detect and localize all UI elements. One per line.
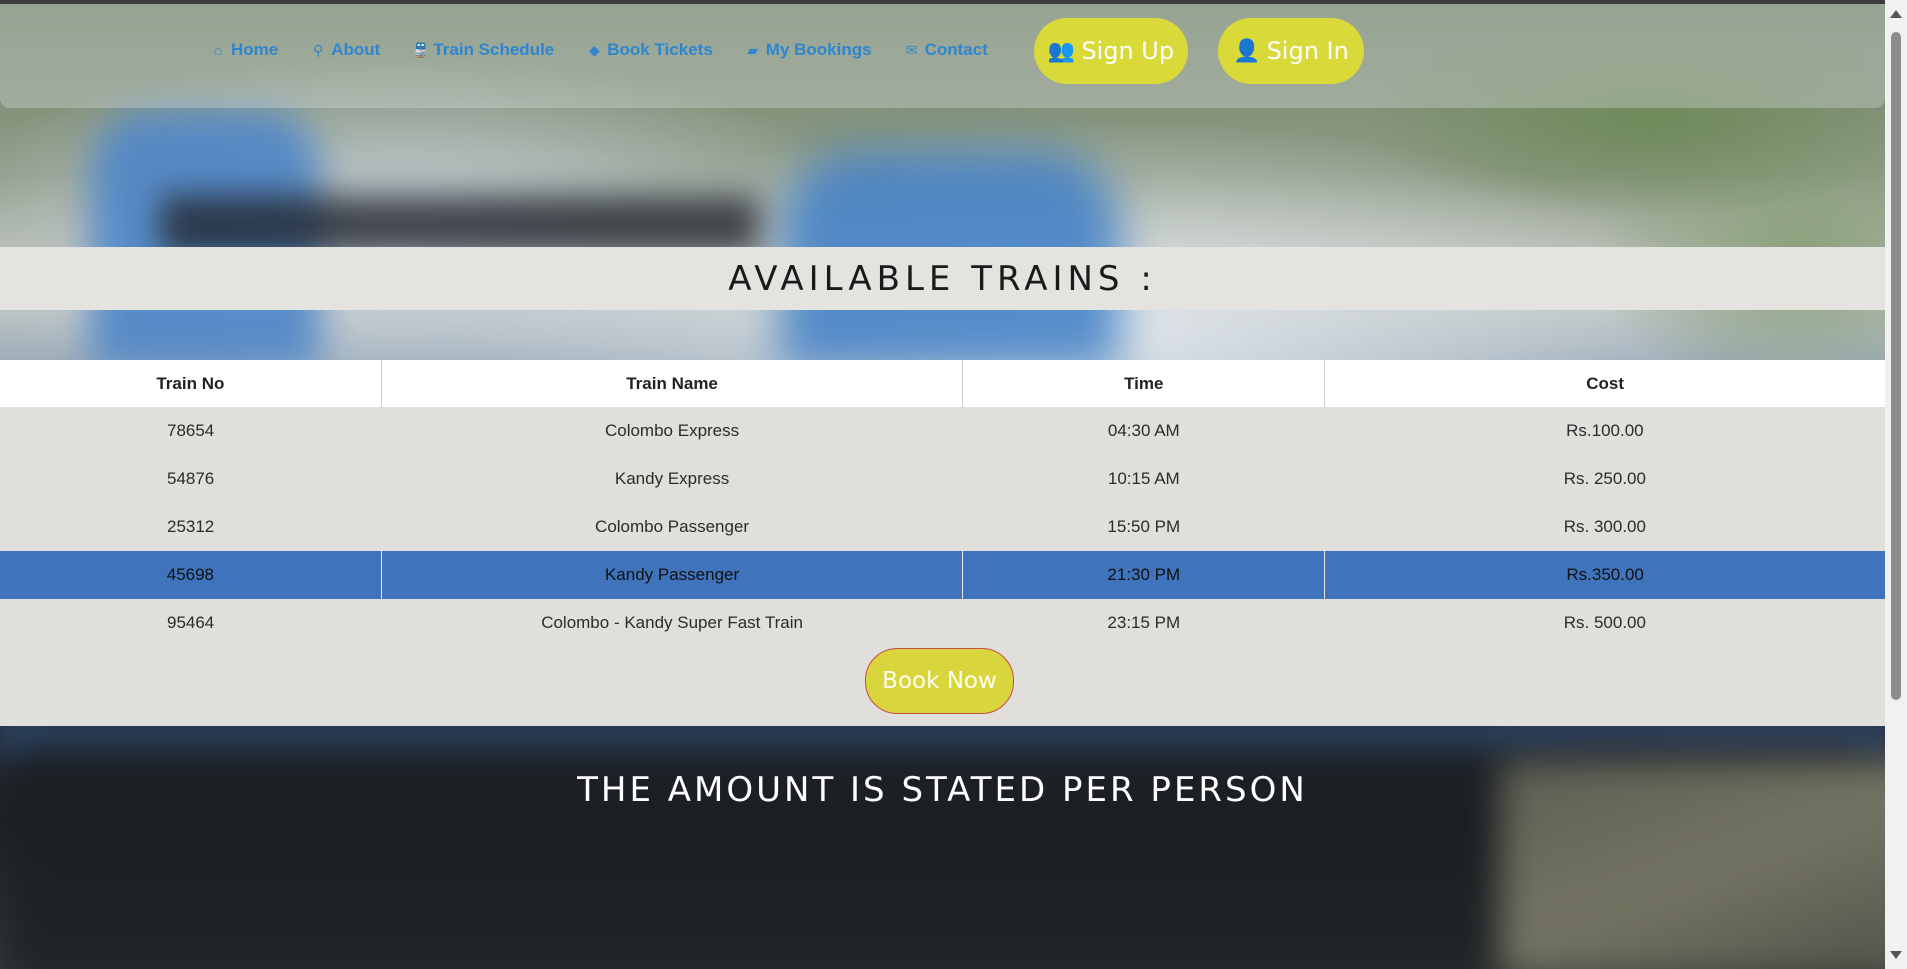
table-row[interactable]: 54876 Kandy Express 10:15 AM Rs. 250.00 <box>0 455 1885 503</box>
header-cost: Cost <box>1586 373 1624 393</box>
header-train-name: Train Name <box>381 360 964 407</box>
users-icon: 👥 <box>1047 38 1076 64</box>
search-icon: ⚲ <box>313 41 324 58</box>
book-icon: ▰ <box>747 41 759 58</box>
table-row-selected[interactable]: 45698 Kandy Passenger 21:30 PM Rs.350.00 <box>0 551 1885 599</box>
cell-cost: Rs. 300.00 <box>1563 517 1646 536</box>
nav-about[interactable]: ⚲ About <box>310 40 380 60</box>
nav-my-bookings[interactable]: ▰ My Bookings <box>745 40 872 60</box>
table-row[interactable]: 25312 Colombo Passenger 15:50 PM Rs. 300… <box>0 503 1885 551</box>
nav-train-schedule[interactable]: 🚆 Train Schedule <box>412 40 554 60</box>
cell-train-no: 54876 <box>166 469 215 488</box>
cell-train-no: 78654 <box>166 421 215 440</box>
navbar: ⌂ Home ⚲ About 🚆 Train Schedule ◆ Book T… <box>0 4 1885 108</box>
table-header-row: Train No Train Name Time Cost <box>0 360 1885 407</box>
trains-table: Train No Train Name Time Cost 78654 Colo… <box>0 360 1885 647</box>
nav-contact[interactable]: ✉ Contact <box>904 40 988 60</box>
scroll-down-arrow-icon[interactable] <box>1890 951 1902 959</box>
page-scrollbar[interactable] <box>1885 0 1907 969</box>
cell-time: 23:15 PM <box>1107 613 1181 632</box>
header-time: Time <box>962 360 1326 407</box>
cell-train-name: Colombo Express <box>604 421 740 440</box>
cell-time: 10:15 AM <box>1107 469 1180 488</box>
cell-train-name: Kandy Express <box>614 469 730 488</box>
cell-train-no: 95464 <box>166 613 215 632</box>
sign-up-label: Sign Up <box>1081 37 1175 65</box>
title-band: AVAILABLE TRAINS : <box>0 247 1885 310</box>
sign-in-button[interactable]: 👤 Sign In <box>1218 18 1364 84</box>
cell-cost: Rs.350.00 <box>1566 565 1644 584</box>
nav-about-label: About <box>331 40 381 59</box>
nav-book-tickets[interactable]: ◆ Book Tickets <box>586 40 713 60</box>
cell-train-no: 25312 <box>166 517 215 536</box>
envelope-icon: ✉ <box>905 41 918 58</box>
home-icon: ⌂ <box>213 42 223 58</box>
cell-time: 15:50 PM <box>1107 517 1181 536</box>
user-icon: 👤 <box>1233 38 1261 64</box>
table-row[interactable]: 78654 Colombo Express 04:30 AM Rs.100.00 <box>0 407 1885 455</box>
scroll-thumb[interactable] <box>1891 32 1901 700</box>
nav-links: ⌂ Home ⚲ About 🚆 Train Schedule ◆ Book T… <box>210 40 1020 60</box>
sign-in-label: Sign In <box>1266 37 1349 65</box>
cell-train-name: Colombo Passenger <box>595 517 750 536</box>
cell-time: 21:30 PM <box>962 551 1326 599</box>
cell-time: 04:30 AM <box>1107 421 1180 440</box>
cell-cost: Rs. 250.00 <box>1563 469 1646 488</box>
table-row[interactable]: 95464 Colombo - Kandy Super Fast Train 2… <box>0 599 1885 647</box>
cell-cost: Rs.100.00 <box>1566 421 1644 440</box>
cell-train-name: Kandy Passenger <box>381 551 964 599</box>
cell-train-no: 45698 <box>0 551 382 599</box>
scroll-up-arrow-icon[interactable] <box>1890 10 1902 18</box>
nav-book-tickets-label: Book Tickets <box>607 40 713 59</box>
book-now-button[interactable]: Book Now <box>865 648 1014 714</box>
cell-train-name: Colombo - Kandy Super Fast Train <box>541 613 803 632</box>
cell-cost: Rs. 500.00 <box>1563 613 1646 632</box>
nav-my-bookings-label: My Bookings <box>765 40 872 59</box>
sign-up-button[interactable]: 👥 Sign Up <box>1034 18 1188 84</box>
header-train-no: Train No <box>0 360 382 407</box>
nav-contact-label: Contact <box>924 40 988 59</box>
price-notice: THE AMOUNT IS STATED PER PERSON <box>577 770 1308 810</box>
nav-train-schedule-label: Train Schedule <box>433 40 555 59</box>
nav-home-label: Home <box>231 40 279 59</box>
train-icon: 🚆 <box>412 41 430 58</box>
nav-home[interactable]: ⌂ Home <box>210 40 278 60</box>
page-title: AVAILABLE TRAINS : <box>728 258 1157 299</box>
ticket-icon: ◆ <box>588 41 600 58</box>
